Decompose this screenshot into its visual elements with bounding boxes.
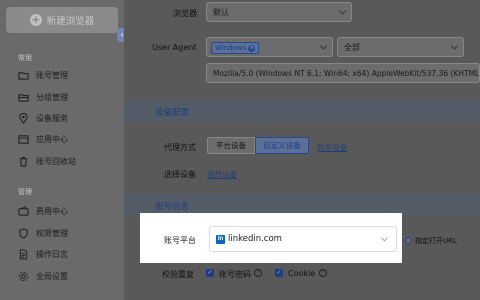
- close-icon[interactable]: ×: [248, 44, 256, 52]
- sidebar-item-billing[interactable]: 费用中心: [18, 206, 68, 217]
- dedupe-password-label: 账号密码: [219, 270, 251, 279]
- browser-select-value: 默认: [213, 7, 229, 17]
- platform-value: linkedin.com: [228, 234, 282, 244]
- folder-open-icon: [18, 94, 29, 102]
- chevron-down-icon: [450, 42, 459, 50]
- sidebar-item-recycle[interactable]: 账号回收站: [18, 156, 76, 167]
- sidebar-item-label: 操作日志: [36, 250, 68, 259]
- shield-icon: [19, 228, 28, 239]
- device-config-header: 设备配置: [124, 100, 480, 122]
- platform-select[interactable]: in linkedin.com: [209, 226, 397, 252]
- sidebar-item-devices[interactable]: 设备服务: [18, 113, 68, 124]
- gear-icon: [18, 271, 29, 282]
- account-info-title: 账号信息: [155, 202, 190, 212]
- proxy-mode-label: 代理方式: [164, 143, 196, 152]
- custom-url-radio[interactable]: [405, 237, 412, 244]
- wallet-icon: [18, 206, 29, 216]
- sidebar-item-label: 设备服务: [36, 114, 68, 123]
- sidebar-item-apps[interactable]: 应用中心: [18, 134, 68, 145]
- ua-string-field[interactable]: Mozilla/5.0 (Windows NT 6.1; Win64; x64)…: [206, 63, 480, 83]
- sidebar-item-groups[interactable]: 分组管理: [18, 92, 68, 103]
- custom-url-label[interactable]: 指定打开URL: [415, 236, 457, 246]
- sidebar-item-label: 分组管理: [36, 93, 68, 102]
- dedupe-password-checkbox[interactable]: ✓: [206, 269, 214, 277]
- sidebar-item-accounts[interactable]: 账号管理: [18, 70, 68, 81]
- platform-label: 账号平台: [164, 236, 196, 245]
- os-tag[interactable]: Windows ×: [211, 42, 260, 54]
- dedupe-label: 校验重复: [162, 270, 194, 279]
- document-icon: [19, 249, 28, 260]
- ua-string-value: Mozilla/5.0 (Windows NT 6.1; Win64; x64)…: [213, 68, 480, 78]
- sidebar-item-settings[interactable]: 全局设置: [18, 271, 68, 282]
- window-icon: [18, 135, 29, 144]
- proxy-option-custom[interactable]: 自定义设备: [255, 137, 309, 154]
- sidebar-item-logs[interactable]: 操作日志: [18, 249, 68, 260]
- sidebar-item-label: 全局设置: [36, 272, 68, 281]
- chevron-down-icon: [338, 7, 347, 15]
- sidebar-item-label: 权限管理: [36, 229, 68, 238]
- browser-select[interactable]: 默认: [206, 2, 352, 22]
- ua-version-select[interactable]: 全部: [337, 37, 464, 57]
- sidebar-item-label: 账号回收站: [36, 157, 76, 166]
- folder-icon: [18, 72, 29, 80]
- group-title-common: 常用: [18, 54, 32, 62]
- ua-version-value: 全部: [344, 42, 360, 52]
- dedupe-cookie-checkbox[interactable]: ✓: [275, 269, 283, 277]
- dedupe-cookie-label: Cookie: [288, 269, 316, 278]
- select-device-link[interactable]: 选择设备: [207, 169, 237, 180]
- device-config-title: 设备配置: [155, 108, 190, 118]
- ua-os-select[interactable]: Windows ×: [206, 37, 333, 57]
- sidebar-item-permissions[interactable]: 权限管理: [18, 228, 68, 239]
- chevron-down-icon: [319, 42, 328, 50]
- platform-highlight-panel: 账号平台 in linkedin.com: [140, 213, 402, 263]
- help-icon[interactable]: !: [319, 269, 327, 277]
- sidebar-item-label: 应用中心: [36, 135, 68, 144]
- sidebar-item-label: 账号管理: [36, 71, 68, 80]
- help-icon[interactable]: !: [254, 269, 262, 277]
- new-browser-label: 新建浏览器: [46, 16, 95, 27]
- user-agent-label: User Agent: [152, 43, 197, 52]
- browser-label: 浏览器: [173, 9, 197, 18]
- location-icon: [19, 113, 28, 124]
- sidebar: + 新建浏览器 常用 账号管理 分组管理 设备服务 应用中心 账号回收站 管理 …: [0, 0, 124, 300]
- os-tag-label: Windows: [215, 44, 247, 52]
- group-title-manage: 管理: [18, 188, 32, 196]
- chevron-down-icon: [380, 234, 389, 242]
- plus-icon: +: [29, 13, 42, 26]
- trash-icon: [19, 156, 28, 167]
- new-browser-button[interactable]: + 新建浏览器: [6, 7, 118, 33]
- proxy-option-platform[interactable]: 平台设备: [207, 137, 255, 154]
- sidebar-item-label: 费用中心: [36, 207, 68, 216]
- select-device-label: 选择设备: [164, 170, 196, 179]
- linkedin-icon: in: [216, 234, 225, 244]
- buy-device-link[interactable]: 购买设备: [317, 142, 347, 153]
